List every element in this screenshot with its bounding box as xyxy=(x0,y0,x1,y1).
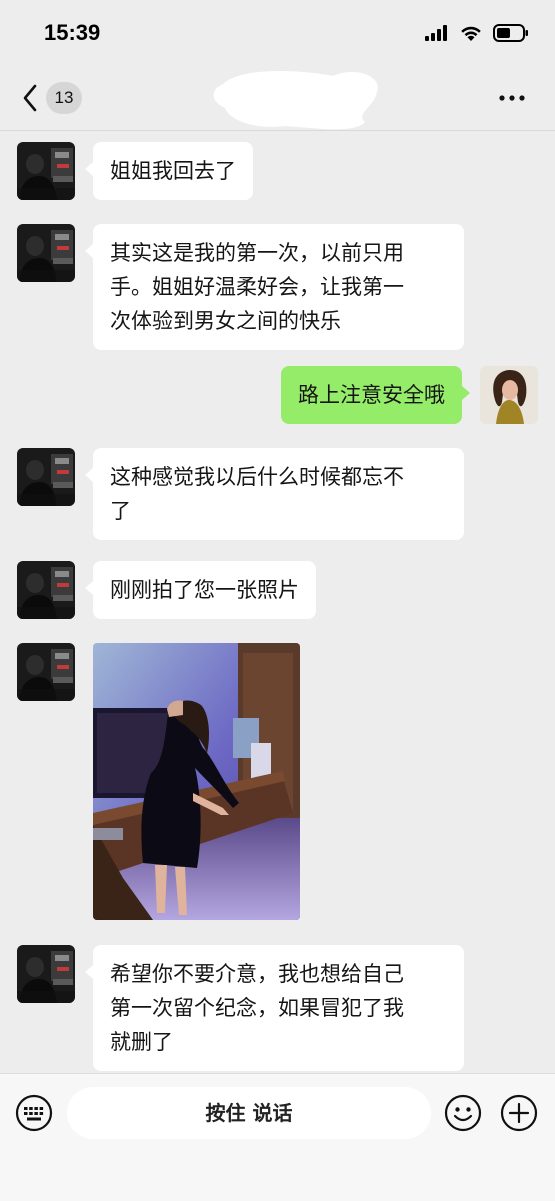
message-bubble-received[interactable]: 希望你不要介意，我也想给自己 第一次留个纪念，如果冒犯了我 就删了 xyxy=(85,945,464,1071)
emoji-icon[interactable] xyxy=(444,1094,482,1132)
sender-avatar[interactable] xyxy=(17,142,75,200)
plus-icon[interactable] xyxy=(500,1094,538,1132)
sender-avatar[interactable] xyxy=(17,224,75,282)
message-bubble-received[interactable]: 其实这是我的第一次，以前只用 手。姐姐好温柔好会，让我第一 次体验到男女之间的快… xyxy=(85,224,464,350)
message-bubble-received[interactable]: 姐姐我回去了 xyxy=(85,142,253,200)
wifi-icon xyxy=(461,26,481,41)
sender-avatar[interactable] xyxy=(17,448,75,506)
chat-input-bar: 按住 说话 xyxy=(0,1073,555,1201)
more-dots-icon xyxy=(499,95,525,101)
chat-header: 13 xyxy=(0,70,555,131)
more-options-button[interactable] xyxy=(497,84,529,112)
redacted-contact-name xyxy=(213,71,378,130)
sender-avatar[interactable] xyxy=(17,643,75,701)
signal-icon xyxy=(425,25,447,41)
self-avatar[interactable] xyxy=(480,366,538,424)
photo-message[interactable] xyxy=(93,643,300,920)
back-button[interactable]: 13 xyxy=(20,82,82,114)
message-bubble-received[interactable]: 刚刚拍了您一张照片 xyxy=(85,561,316,619)
message-bubble-received[interactable]: 这种感觉我以后什么时候都忘不 了 xyxy=(85,448,464,540)
status-time: 15:39 xyxy=(44,20,101,45)
status-icons xyxy=(425,24,529,42)
unread-count-badge: 13 xyxy=(46,82,82,114)
battery-icon xyxy=(493,24,528,42)
message-bubble-sent[interactable]: 路上注意安全哦 xyxy=(281,366,470,424)
hold-to-talk-button[interactable]: 按住 说话 xyxy=(67,1087,431,1139)
sender-avatar[interactable] xyxy=(17,945,75,1003)
status-bar: 15:39 xyxy=(0,0,555,70)
sender-avatar[interactable] xyxy=(17,561,75,619)
keyboard-icon[interactable] xyxy=(15,1094,53,1132)
chevron-left-icon xyxy=(23,84,37,112)
